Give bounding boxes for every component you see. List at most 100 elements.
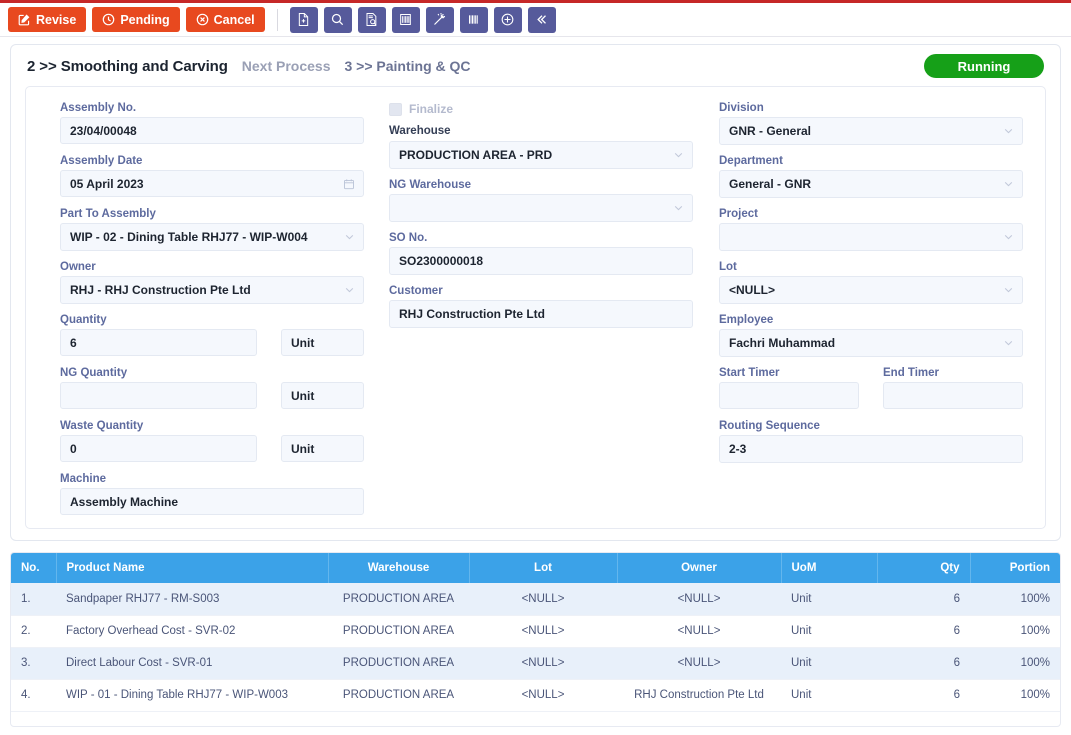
start-timer-label: Start Timer (719, 367, 780, 379)
status-badge[interactable]: Running (924, 54, 1044, 78)
chevron-down-icon[interactable] (673, 203, 684, 214)
table-header-row: No. Product Name Warehouse Lot Owner UoM Qty Po… (11, 553, 1060, 583)
pending-button-label: Pending (120, 12, 170, 27)
so-no-label: SO No. (389, 232, 428, 244)
chevron-down-icon[interactable] (1003, 338, 1014, 349)
toolbar-bottom-divider (0, 36, 1071, 37)
barcode-book-icon-button[interactable] (391, 6, 420, 33)
chevron-down-icon[interactable] (344, 232, 355, 243)
start-timer-field[interactable] (719, 382, 859, 409)
assembly-date-field[interactable]: 05 April 2023 (60, 170, 364, 197)
collapse-left-icon-button[interactable] (527, 6, 556, 33)
table-row[interactable]: 3. Direct Labour Cost - SVR-01 PRODUCTION … (11, 647, 1060, 680)
assembly-date-label: Assembly Date (60, 155, 143, 167)
department-value: General - GNR (729, 177, 812, 191)
chevron-down-icon[interactable] (1003, 232, 1014, 243)
pending-button[interactable]: Pending (92, 7, 180, 32)
cell-product: Direct Labour Cost - SVR-01 (56, 647, 328, 680)
so-no-field[interactable]: SO2300000018 (389, 247, 693, 275)
cancel-button[interactable]: Cancel (185, 7, 265, 32)
finalize-checkbox[interactable]: Finalize (389, 102, 453, 116)
ng-warehouse-select[interactable] (389, 194, 693, 222)
new-document-icon (296, 12, 311, 27)
checkbox-icon[interactable] (389, 102, 402, 116)
calendar-icon[interactable] (343, 178, 355, 190)
search-icon-button[interactable] (323, 6, 352, 33)
cell-portion: 100% (970, 583, 1060, 616)
search-icon (330, 12, 345, 27)
cell-no: 4. (11, 679, 56, 712)
warehouse-select[interactable]: PRODUCTION AREA - PRD (389, 141, 693, 169)
division-label: Division (719, 102, 764, 114)
cell-qty: 6 (877, 615, 970, 648)
cell-no: 1. (11, 583, 56, 616)
ng-warehouse-label: NG Warehouse (389, 179, 472, 191)
assembly-date-value: 05 April 2023 (70, 176, 144, 191)
document-search-icon-button[interactable] (357, 6, 386, 33)
waste-quantity-label: Waste Quantity (60, 420, 144, 432)
cell-portion: 100% (970, 647, 1060, 680)
owner-select[interactable]: RHJ - RHJ Construction Pte Ltd (60, 276, 364, 304)
assembly-no-label: Assembly No. (60, 102, 137, 114)
ng-quantity-field[interactable] (60, 382, 257, 409)
barcode-icon (466, 12, 481, 27)
cell-product: Factory Overhead Cost - SVR-02 (56, 615, 328, 648)
cell-qty: 6 (877, 647, 970, 680)
routing-sequence-field[interactable]: 2-3 (719, 435, 1023, 463)
quantity-field[interactable]: 6 (60, 329, 257, 356)
plus-circle-icon-button[interactable] (493, 6, 522, 33)
magic-wand-icon-button[interactable] (425, 6, 454, 33)
department-select[interactable]: General - GNR (719, 170, 1023, 198)
project-label: Project (719, 208, 758, 220)
barcode-icon-button[interactable] (459, 6, 488, 33)
cell-qty: 6 (877, 679, 970, 712)
division-select[interactable]: GNR - General (719, 117, 1023, 145)
assembly-no-field[interactable]: 23/04/00048 (60, 117, 364, 144)
materials-table: No. Product Name Warehouse Lot Owner UoM Qty Po… (11, 553, 1060, 712)
cancel-circle-icon (196, 13, 209, 26)
cell-uom: Unit (781, 615, 877, 648)
cell-owner: RHJ Construction Pte Ltd (617, 679, 781, 712)
column-header-portion[interactable]: Portion (970, 553, 1060, 583)
cell-wh: PRODUCTION AREA (328, 679, 469, 712)
cell-owner: <NULL> (617, 615, 781, 648)
column-header-lot[interactable]: Lot (469, 553, 618, 583)
waste-quantity-field[interactable]: 0 (60, 435, 257, 462)
cell-uom: Unit (781, 679, 877, 712)
revise-button[interactable]: Revise (8, 7, 87, 32)
cell-wh: PRODUCTION AREA (328, 647, 469, 680)
column-header-owner[interactable]: Owner (617, 553, 782, 583)
column-header-product[interactable]: Product Name (56, 553, 329, 583)
chevron-down-icon[interactable] (673, 150, 684, 161)
toolbar: Revise Pending Cancel (0, 3, 1071, 36)
lot-label: Lot (719, 261, 737, 273)
cell-lot: <NULL> (469, 583, 617, 616)
plus-circle-icon (500, 12, 515, 27)
owner-value: RHJ - RHJ Construction Pte Ltd (70, 283, 251, 297)
column-header-no[interactable]: No. (11, 553, 57, 583)
chevron-down-icon[interactable] (1003, 126, 1014, 137)
lot-select[interactable]: <NULL> (719, 276, 1023, 304)
machine-field[interactable]: Assembly Machine (60, 488, 364, 515)
column-header-wh[interactable]: Warehouse (328, 553, 470, 583)
employee-select[interactable]: Fachri Muhammad (719, 329, 1023, 357)
table-row[interactable]: 4. WIP - 01 - Dining Table RHJ77 - WIP-W0… (11, 679, 1060, 712)
chevron-down-icon[interactable] (344, 285, 355, 296)
customer-field[interactable]: RHJ Construction Pte Ltd (389, 300, 693, 328)
table-row[interactable]: 2. Factory Overhead Cost - SVR-02 PRODUCTI… (11, 615, 1060, 648)
employee-value: Fachri Muhammad (729, 336, 836, 350)
project-select[interactable] (719, 223, 1023, 251)
column-header-qty[interactable]: Qty (877, 553, 971, 583)
quantity-label: Quantity (60, 314, 107, 326)
new-document-icon-button[interactable] (289, 6, 318, 33)
table-row[interactable]: 1. Sandpaper RHJ77 - RM-S003 PRODUCTION AR… (11, 583, 1060, 616)
part-to-assembly-select[interactable]: WIP - 02 - Dining Table RHJ77 - WIP-W004 (60, 223, 364, 251)
column-header-uom[interactable]: UoM (781, 553, 878, 583)
chevron-down-icon[interactable] (1003, 179, 1014, 190)
chevron-down-icon[interactable] (1003, 285, 1014, 296)
collapse-left-icon (534, 12, 549, 27)
next-process-value: 3 >> Painting & QC (344, 58, 471, 74)
magic-wand-icon (432, 12, 447, 27)
toolbar-separator (276, 8, 278, 31)
end-timer-field[interactable] (883, 382, 1023, 409)
